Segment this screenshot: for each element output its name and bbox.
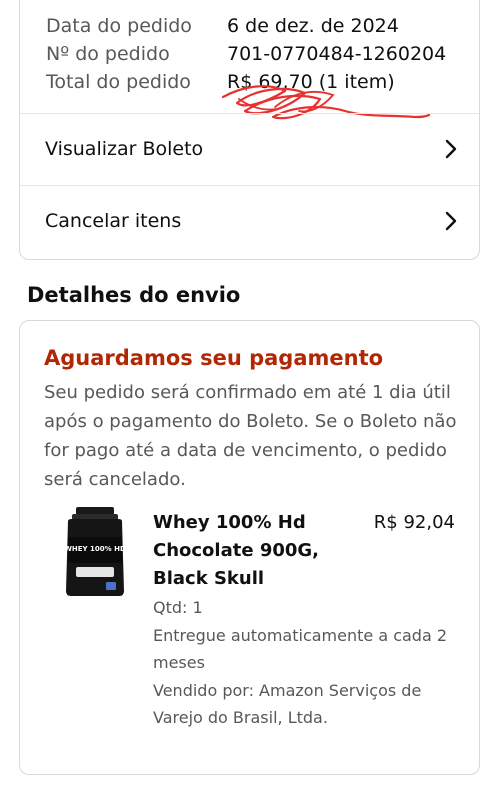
product-price: R$ 92,04	[373, 512, 455, 533]
chevron-right-icon	[445, 139, 457, 159]
cancel-items-link[interactable]: Cancelar itens	[20, 185, 479, 257]
shipping-details-heading: Detalhes do envio	[27, 283, 241, 307]
product-image[interactable]: WHEY 100% HD	[62, 507, 128, 597]
order-total-label: Total do pedido	[46, 71, 191, 93]
product-title-link[interactable]: Whey 100% Hd Chocolate 900G, Black Skull	[153, 509, 358, 593]
chevron-right-icon	[445, 211, 457, 231]
seller-info: Vendido por: Amazon Serviços de Varejo d…	[153, 681, 422, 727]
order-total-value: R$ 69,70 (1 item)	[227, 71, 395, 93]
payment-status-message: Seu pedido será confirmado em até 1 dia …	[44, 382, 457, 490]
subscription-frequency: Entregue automaticamente a cada 2 meses	[153, 626, 448, 672]
view-boleto-link[interactable]: Visualizar Boleto	[20, 113, 479, 185]
order-summary-card: Data do pedido 6 de dez. de 2024 Nº do p…	[19, 0, 480, 260]
product-quantity: Qtd: 1	[153, 598, 203, 617]
order-number-label: Nº do pedido	[46, 43, 170, 65]
shipment-card: Aguardamos seu pagamento Seu pedido será…	[19, 320, 480, 775]
payment-status-title: Aguardamos seu pagamento	[44, 346, 384, 370]
cancel-items-label: Cancelar itens	[45, 210, 182, 232]
product-image-text: WHEY 100% HD	[64, 545, 126, 553]
order-number-value: 701-0770484-1260204	[227, 43, 447, 65]
order-date-label: Data do pedido	[46, 15, 192, 37]
order-date-value: 6 de dez. de 2024	[227, 15, 399, 37]
view-boleto-label: Visualizar Boleto	[45, 138, 204, 160]
